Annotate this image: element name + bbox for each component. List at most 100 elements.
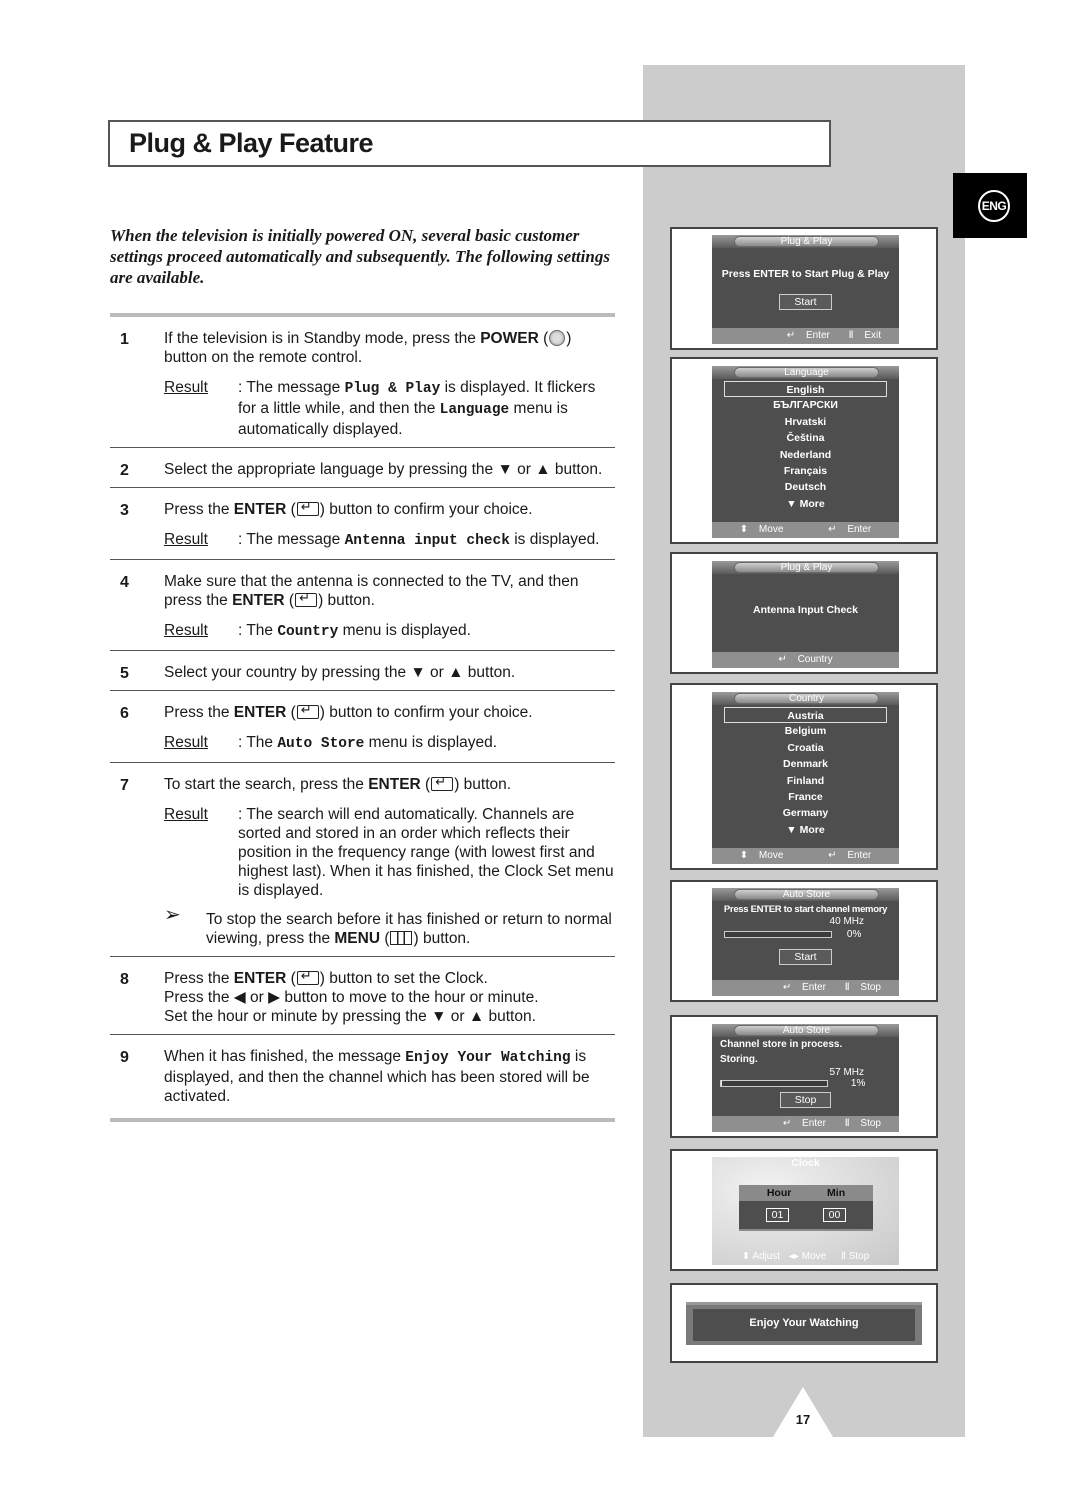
result: Result: The Auto Store menu is displayed… — [164, 734, 498, 752]
step-number: 9 — [120, 1049, 129, 1066]
menu-icon: Ⅱ — [840, 1251, 846, 1262]
list-item-selected[interactable]: English — [724, 381, 887, 398]
list-item[interactable]: Denmark — [712, 756, 899, 772]
hour-label: Hour — [766, 1187, 792, 1199]
list-item[interactable]: Germany — [712, 805, 899, 821]
list-item[interactable]: Belgium — [712, 723, 899, 739]
more-item[interactable]: ▼ More — [712, 496, 899, 512]
step-number: 5 — [120, 665, 129, 682]
stop-button[interactable]: Stop — [779, 1092, 832, 1108]
progress-fill — [721, 1080, 723, 1086]
progress-label: 0% — [846, 929, 862, 940]
list-item[interactable]: Hrvatski — [712, 414, 899, 430]
osd-message: Enjoy Your Watching — [405, 1050, 571, 1066]
tv-osd: Auto Store Press ENTER to start channel … — [712, 888, 899, 996]
start-button[interactable]: Start — [779, 294, 832, 310]
key-label: ENTER — [233, 704, 287, 721]
osd-header: Plug & Play — [712, 561, 899, 574]
page-title: Plug & Play Feature — [129, 128, 374, 158]
enter-icon — [296, 499, 319, 516]
osd-footer: ↵ Enter Ⅱ Exit — [712, 328, 899, 344]
step-4: 4 Make sure that the antenna is connecte… — [110, 560, 615, 650]
step-text: Press the — [164, 970, 234, 987]
list-item[interactable]: Français — [712, 463, 899, 479]
step-7: 7 To start the search, press the ENTER (… — [110, 763, 615, 956]
footer-label: Move — [758, 524, 784, 535]
footer-label: Country — [797, 654, 833, 665]
title-box: Plug & Play Feature — [108, 120, 831, 167]
start-button[interactable]: Start — [779, 949, 832, 965]
frequency-readout: 57 MHz — [829, 1067, 864, 1078]
step-text: Press the ◀ or ▶ button to move to the h… — [164, 989, 539, 1006]
screen-frame-language: Language English БЪЛГАРСКИ Hrvatski Češt… — [670, 357, 938, 544]
result-label: Result — [164, 379, 208, 396]
hour-field[interactable]: 01 — [765, 1208, 790, 1222]
list-item[interactable]: Čeština — [712, 430, 899, 446]
osd-message: Storing. — [720, 1054, 758, 1065]
menu-icon: Ⅱ — [844, 1118, 850, 1129]
menu-icon — [390, 931, 413, 945]
tv-osd: Plug & Play Antenna Input Check ↵ Countr… — [712, 561, 899, 668]
osd-header: Language — [712, 366, 899, 379]
result: Result: The Country menu is displayed. — [164, 622, 471, 640]
min-field[interactable]: 00 — [822, 1208, 847, 1222]
enter-icon — [296, 968, 319, 985]
osd-message: Enjoy Your Watching — [693, 1309, 915, 1341]
more-item[interactable]: ▼ More — [712, 822, 899, 838]
osd-title: Language — [734, 367, 879, 378]
step-2: 2 Select the appropriate language by pre… — [110, 448, 615, 487]
osd-header: Country — [712, 692, 899, 705]
tv-osd: Language English БЪЛГАРСКИ Hrvatski Češt… — [712, 366, 899, 538]
enter-icon: ↵ — [828, 524, 837, 535]
progress-bar — [724, 930, 832, 938]
list-item[interactable]: France — [712, 789, 899, 805]
up-down-icon: ⬍ — [741, 1251, 751, 1262]
key-label: ENTER — [368, 776, 421, 793]
step-number: 7 — [120, 777, 129, 794]
page-number: 17 — [795, 1412, 811, 1427]
result-label: Result — [164, 806, 208, 823]
list-item[interactable]: Finland — [712, 773, 899, 789]
screen-frame-auto-store-start: Auto Store Press ENTER to start channel … — [670, 880, 938, 1002]
result-text: The — [246, 622, 278, 639]
step-text: Press the — [164, 704, 234, 721]
step-1: 1 If the television is in Standby mode, … — [110, 317, 615, 447]
enter-icon: ↵ — [786, 330, 796, 341]
screen-frame-auto-store-running: Auto Store Channel store in process. Sto… — [670, 1015, 938, 1138]
list-item[interactable]: Deutsch — [712, 479, 899, 495]
step-text: Set the hour or minute by pressing the ▼… — [164, 1008, 536, 1025]
enter-icon — [431, 774, 454, 791]
footer-label: Exit — [864, 330, 881, 341]
step-number: 2 — [120, 462, 129, 479]
osd-title: Plug & Play — [734, 562, 879, 573]
step-text: button to set the Clock. — [324, 970, 488, 987]
eng-badge: ENG — [978, 190, 1010, 222]
left-right-icon: ◂▸ — [788, 1251, 799, 1262]
key-label: ENTER — [232, 592, 285, 609]
step-number: 1 — [120, 331, 129, 348]
enter-icon: ↵ — [778, 654, 787, 665]
osd-message: Language — [439, 402, 510, 418]
osd-title: Clock — [791, 1157, 820, 1169]
list-item[interactable]: БЪЛГАРСКИ — [712, 397, 899, 413]
osd-footer: ⬍ Adjust ◂▸ Move Ⅱ Stop — [712, 1249, 899, 1265]
footer-label: Enter — [847, 850, 872, 861]
step-text: Select the appropriate language by press… — [164, 461, 603, 478]
step-text: Select your country by pressing the ▼ or… — [164, 664, 516, 681]
list-item-selected[interactable]: Austria — [724, 707, 887, 724]
osd-header: Plug & Play — [712, 235, 899, 248]
result-text: menu is displayed. — [364, 734, 498, 751]
osd-footer: ↵ Enter Ⅱ Stop — [712, 1116, 899, 1132]
language-tab: ENG — [953, 173, 1027, 238]
list-item[interactable]: Croatia — [712, 740, 899, 756]
menu-icon: Ⅱ — [844, 982, 850, 993]
country-list: Austria Belgium Croatia Denmark Finland … — [712, 705, 899, 838]
footer-label: Enter — [802, 982, 826, 993]
result-label: Result — [164, 622, 208, 639]
progress-label: 1% — [850, 1078, 866, 1089]
step-8: 8 Press the ENTER () button to set the C… — [110, 957, 615, 1034]
language-list: English БЪЛГАРСКИ Hrvatski Čeština Neder… — [712, 379, 899, 512]
step-text: button to confirm your choice. — [324, 501, 533, 518]
osd-title: Auto Store — [734, 1025, 879, 1036]
list-item[interactable]: Nederland — [712, 447, 899, 463]
